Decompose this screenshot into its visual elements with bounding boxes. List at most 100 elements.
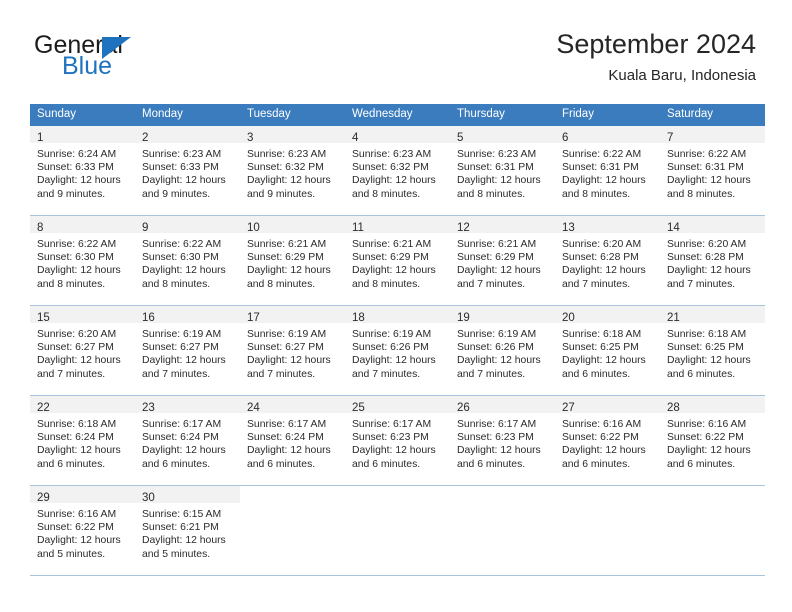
sunset-text: Sunset: 6:24 PM (247, 432, 324, 444)
sunset-text: Sunset: 6:23 PM (352, 432, 429, 444)
day-cell[interactable]: 7 Sunrise: 6:22 AM Sunset: 6:31 PM Dayli… (660, 126, 765, 215)
day-cell[interactable]: 28 Sunrise: 6:16 AM Sunset: 6:22 PM Dayl… (660, 396, 765, 485)
day-number: 28 (667, 402, 680, 414)
day-number: 14 (667, 222, 680, 234)
week-row: 29 Sunrise: 6:16 AM Sunset: 6:22 PM Dayl… (30, 486, 765, 576)
weekday-header-sunday: Sunday (37, 108, 77, 120)
title-block: September 2024 Kuala Baru, Indonesia (556, 28, 756, 86)
day-cell[interactable]: 30 Sunrise: 6:15 AM Sunset: 6:21 PM Dayl… (135, 486, 240, 575)
daylight-text-line2: and 7 minutes. (457, 278, 526, 290)
day-number: 15 (37, 312, 50, 324)
day-number-bar: 23 (135, 396, 240, 414)
day-cell[interactable]: 18 Sunrise: 6:19 AM Sunset: 6:26 PM Dayl… (345, 306, 450, 395)
sunrise-text: Sunrise: 6:23 AM (247, 149, 327, 160)
sunrise-text: Sunrise: 6:19 AM (352, 329, 432, 340)
day-cell[interactable]: 20 Sunrise: 6:18 AM Sunset: 6:25 PM Dayl… (555, 306, 660, 395)
day-cell[interactable]: 14 Sunrise: 6:20 AM Sunset: 6:28 PM Dayl… (660, 216, 765, 305)
day-details: Sunrise: 6:17 AM Sunset: 6:23 PM Dayligh… (450, 413, 555, 471)
day-number-bar: 28 (660, 396, 765, 414)
day-number-bar: 8 (30, 216, 135, 234)
day-cell[interactable]: 25 Sunrise: 6:17 AM Sunset: 6:23 PM Dayl… (345, 396, 450, 485)
sunset-text: Sunset: 6:29 PM (247, 252, 324, 264)
day-cell[interactable]: 16 Sunrise: 6:19 AM Sunset: 6:27 PM Dayl… (135, 306, 240, 395)
daylight-text-line1: Daylight: 12 hours (247, 175, 331, 187)
day-details: Sunrise: 6:17 AM Sunset: 6:24 PM Dayligh… (240, 413, 345, 471)
day-cell[interactable]: 23 Sunrise: 6:17 AM Sunset: 6:24 PM Dayl… (135, 396, 240, 485)
day-cell[interactable]: 13 Sunrise: 6:20 AM Sunset: 6:28 PM Dayl… (555, 216, 660, 305)
day-details: Sunrise: 6:24 AM Sunset: 6:33 PM Dayligh… (30, 143, 135, 201)
day-cell[interactable]: 5 Sunrise: 6:23 AM Sunset: 6:31 PM Dayli… (450, 126, 555, 215)
day-cell[interactable]: 19 Sunrise: 6:19 AM Sunset: 6:26 PM Dayl… (450, 306, 555, 395)
day-number: 4 (352, 132, 359, 144)
day-cell[interactable]: 3 Sunrise: 6:23 AM Sunset: 6:32 PM Dayli… (240, 126, 345, 215)
general-blue-logo[interactable]: General Blue (34, 33, 264, 83)
daylight-text-line1: Daylight: 12 hours (247, 445, 331, 457)
day-number-bar: 2 (135, 126, 240, 144)
day-cell[interactable]: 6 Sunrise: 6:22 AM Sunset: 6:31 PM Dayli… (555, 126, 660, 215)
day-details: Sunrise: 6:23 AM Sunset: 6:32 PM Dayligh… (240, 143, 345, 201)
day-cell[interactable]: 29 Sunrise: 6:16 AM Sunset: 6:22 PM Dayl… (30, 486, 135, 575)
day-details: Sunrise: 6:18 AM Sunset: 6:25 PM Dayligh… (555, 323, 660, 381)
daylight-text-line1: Daylight: 12 hours (142, 265, 226, 277)
day-cell[interactable]: 26 Sunrise: 6:17 AM Sunset: 6:23 PM Dayl… (450, 396, 555, 485)
daylight-text-line1: Daylight: 12 hours (457, 175, 541, 187)
day-cell[interactable]: 22 Sunrise: 6:18 AM Sunset: 6:24 PM Dayl… (30, 396, 135, 485)
day-cell[interactable]: 15 Sunrise: 6:20 AM Sunset: 6:27 PM Dayl… (30, 306, 135, 395)
day-cell[interactable]: 1 Sunrise: 6:24 AM Sunset: 6:33 PM Dayli… (30, 126, 135, 215)
daylight-text-line2: and 7 minutes. (142, 368, 211, 380)
sunset-text: Sunset: 6:31 PM (457, 162, 534, 174)
day-cell[interactable]: 12 Sunrise: 6:21 AM Sunset: 6:29 PM Dayl… (450, 216, 555, 305)
day-number-bar: 7 (660, 126, 765, 144)
sunrise-text: Sunrise: 6:20 AM (37, 329, 117, 340)
day-number: 7 (667, 132, 674, 144)
daylight-text-line1: Daylight: 12 hours (562, 175, 646, 187)
day-number: 8 (37, 222, 44, 234)
day-number-bar: 13 (555, 216, 660, 234)
daylight-text-line2: and 6 minutes. (667, 458, 736, 470)
sunrise-text: Sunrise: 6:23 AM (142, 149, 222, 160)
day-details: Sunrise: 6:18 AM Sunset: 6:25 PM Dayligh… (660, 323, 765, 381)
weekday-header-tuesday: Tuesday (247, 108, 291, 120)
daylight-text-line2: and 7 minutes. (457, 368, 526, 380)
day-details: Sunrise: 6:19 AM Sunset: 6:26 PM Dayligh… (450, 323, 555, 381)
day-cell[interactable]: 27 Sunrise: 6:16 AM Sunset: 6:22 PM Dayl… (555, 396, 660, 485)
sunset-text: Sunset: 6:21 PM (142, 522, 219, 534)
day-cell[interactable]: 11 Sunrise: 6:21 AM Sunset: 6:29 PM Dayl… (345, 216, 450, 305)
day-number: 2 (142, 132, 149, 144)
day-cell[interactable]: 8 Sunrise: 6:22 AM Sunset: 6:30 PM Dayli… (30, 216, 135, 305)
sunset-text: Sunset: 6:30 PM (37, 252, 114, 264)
sunrise-text: Sunrise: 6:19 AM (247, 329, 327, 340)
sunset-text: Sunset: 6:28 PM (562, 252, 639, 264)
sunrise-text: Sunrise: 6:24 AM (37, 149, 117, 160)
day-cell[interactable]: 4 Sunrise: 6:23 AM Sunset: 6:32 PM Dayli… (345, 126, 450, 215)
sunset-text: Sunset: 6:22 PM (667, 432, 744, 444)
sunset-text: Sunset: 6:31 PM (667, 162, 744, 174)
daylight-text-line1: Daylight: 12 hours (457, 265, 541, 277)
sunrise-text: Sunrise: 6:16 AM (667, 419, 747, 430)
day-cell[interactable]: 17 Sunrise: 6:19 AM Sunset: 6:27 PM Dayl… (240, 306, 345, 395)
day-cell[interactable]: 10 Sunrise: 6:21 AM Sunset: 6:29 PM Dayl… (240, 216, 345, 305)
day-number: 10 (247, 222, 260, 234)
sunrise-text: Sunrise: 6:17 AM (142, 419, 222, 430)
day-number-bar: 16 (135, 306, 240, 324)
daylight-text-line1: Daylight: 12 hours (667, 355, 751, 367)
day-cell[interactable]: 21 Sunrise: 6:18 AM Sunset: 6:25 PM Dayl… (660, 306, 765, 395)
daylight-text-line2: and 8 minutes. (457, 188, 526, 200)
daylight-text-line2: and 8 minutes. (37, 278, 106, 290)
day-cell[interactable]: 2 Sunrise: 6:23 AM Sunset: 6:33 PM Dayli… (135, 126, 240, 215)
day-cell[interactable]: 24 Sunrise: 6:17 AM Sunset: 6:24 PM Dayl… (240, 396, 345, 485)
daylight-text-line1: Daylight: 12 hours (562, 265, 646, 277)
day-cell[interactable]: 9 Sunrise: 6:22 AM Sunset: 6:30 PM Dayli… (135, 216, 240, 305)
day-details: Sunrise: 6:19 AM Sunset: 6:27 PM Dayligh… (135, 323, 240, 381)
day-number-bar: 22 (30, 396, 135, 414)
daylight-text-line2: and 7 minutes. (247, 368, 316, 380)
day-number-bar: 30 (135, 486, 240, 504)
daylight-text-line1: Daylight: 12 hours (37, 445, 121, 457)
day-details: Sunrise: 6:16 AM Sunset: 6:22 PM Dayligh… (555, 413, 660, 471)
daylight-text-line1: Daylight: 12 hours (562, 355, 646, 367)
daylight-text-line2: and 6 minutes. (142, 458, 211, 470)
sunrise-text: Sunrise: 6:21 AM (247, 239, 327, 250)
daylight-text-line1: Daylight: 12 hours (667, 175, 751, 187)
sunrise-text: Sunrise: 6:16 AM (37, 509, 117, 520)
day-details: Sunrise: 6:21 AM Sunset: 6:29 PM Dayligh… (345, 233, 450, 291)
